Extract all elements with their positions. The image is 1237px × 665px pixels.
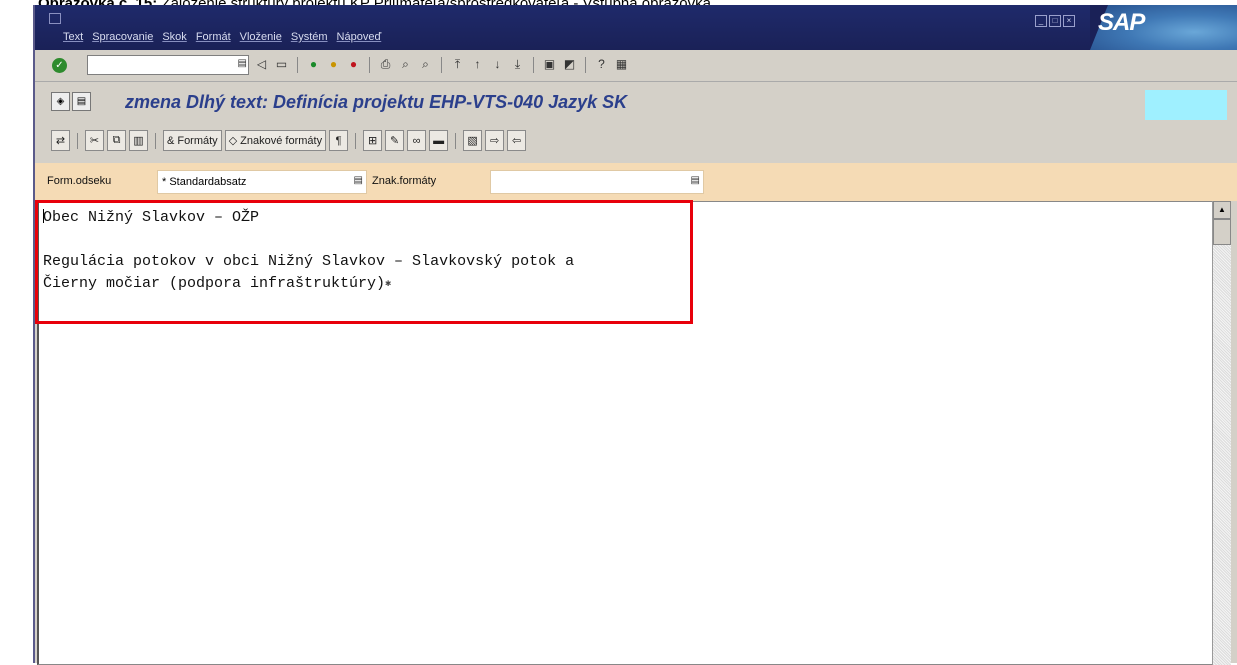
first-page-icon[interactable]: ⤒ [449,56,466,73]
menu-item-help[interactable]: Nápoveď [337,31,382,43]
paragraph-format-dropdown-icon[interactable]: ▤ [354,175,363,186]
application-buttons: ⇄ ✂ ⧉ ▥ & Formáty ◇ Znakové formáty ¶ ⊞ ✎ … [51,130,527,151]
paragraph-format-value: * Standardabsatz [162,176,247,188]
cut-icon[interactable]: ✂ [85,130,104,151]
title-bar: ◈ ▤ zmena Dlhý text: Definícia projektu … [35,82,1237,120]
scroll-up-icon[interactable]: ▲ [1213,201,1231,219]
command-field[interactable]: ▤ [87,55,249,75]
sap-logo: SAP [1090,5,1237,50]
character-formats-icon: ◇ [228,135,238,147]
window-controls: _ □ × [1035,15,1075,27]
paragraph-format-select[interactable]: * Standardabsatz ▤ [157,170,367,194]
status-area [1145,90,1227,120]
menu-item-goto[interactable]: Skok [162,31,186,43]
system-menu-icon[interactable] [49,13,61,24]
character-format-label: Znak.formáty [372,175,437,187]
vertical-scrollbar[interactable]: ▲ [1212,201,1231,665]
formats-button[interactable]: & Formáty [163,130,222,151]
cancel-icon[interactable]: ● [345,56,362,73]
highlight-frame [35,200,693,324]
save-local-icon[interactable]: ▬ [429,130,449,151]
new-session-icon[interactable]: ▣ [541,56,558,73]
formats-icon: & [167,134,175,147]
previous-page-icon[interactable]: ↑ [469,56,486,73]
formats-label: Formáty [177,134,218,147]
paragraph-mark-button[interactable]: ¶ [329,130,349,151]
close-icon[interactable]: × [1063,15,1075,27]
layout-menu-icon[interactable]: ▦ [613,56,630,73]
insert-icon[interactable]: ⊞ [363,130,383,151]
copy-icon[interactable]: ⧉ [107,130,126,151]
shortcut-icon[interactable]: ◩ [561,56,578,73]
menu-item-insert[interactable]: Vloženie [240,31,282,43]
menu-item-system[interactable]: Systém [291,31,328,43]
character-format-select[interactable]: ▤ [490,170,704,194]
back-icon[interactable]: ● [305,56,322,73]
display-change-icon[interactable]: ⇄ [51,130,70,151]
maximize-icon[interactable]: □ [1049,15,1061,27]
character-format-dropdown-icon[interactable]: ▤ [691,175,700,186]
exit-icon[interactable]: ● [325,56,342,73]
last-page-icon[interactable]: ⤓ [509,56,526,73]
standard-icons: ◁ ▭ ● ● ● ⎙ ⌕ ⌕ ⤒ ↑ ↓ ⤓ ▣ ◩ ? ▦ [253,56,630,73]
find-icon[interactable]: ⌕ [397,56,414,73]
menu-item-text[interactable]: Text [63,31,83,43]
menu-item-format[interactable]: Formát [196,31,231,43]
import-icon[interactable]: ⇦ [507,130,527,151]
menu-items: Text Spracovanie Skok Formát Vloženie Sy… [63,31,381,43]
help-icon[interactable]: ? [593,56,610,73]
sap-logo-text: SAP [1098,9,1145,36]
format-glasses-icon[interactable]: ∞ [407,130,427,151]
print-icon[interactable]: ⎙ [377,56,394,73]
page-title: zmena Dlhý text: Definícia projektu EHP-… [125,92,628,112]
save-icon[interactable]: ▭ [273,56,290,73]
menu-bar: Text Spracovanie Skok Formát Vloženie Sy… [35,5,1237,50]
scroll-thumb[interactable] [1213,219,1231,245]
character-formats-button[interactable]: ◇ Znakové formáty [224,130,327,151]
find-next-icon[interactable]: ⌕ [417,56,434,73]
edit-pencil-icon[interactable]: ✎ [385,130,405,151]
paragraph-format-label: Form.odseku [47,175,112,187]
command-input[interactable] [88,58,232,74]
application-toolbar: ⇄ ✂ ⧉ ▥ & Formáty ◇ Znakové formáty ¶ ⊞ ✎ … [35,123,1237,157]
upload-icon[interactable]: ▧ [463,130,483,151]
menu-item-processing[interactable]: Spracovanie [92,31,153,43]
title-icons: ◈ ▤ [51,92,91,111]
export-icon[interactable]: ⇨ [485,130,505,151]
format-row: Form.odseku * Standardabsatz ▤ Znak.form… [35,163,1237,201]
command-history-icon[interactable]: ▤ [238,58,247,69]
enter-check-icon[interactable]: ✓ [52,58,67,73]
list-icon[interactable]: ▤ [72,92,91,111]
transaction-icon[interactable]: ◈ [51,92,70,111]
standard-toolbar: ✓ ▤ ◁ ▭ ● ● ● ⎙ ⌕ ⌕ ⤒ ↑ ↓ ⤓ ▣ ◩ ? ▦ [35,50,1237,82]
minimize-icon[interactable]: _ [1035,15,1047,27]
character-formats-label: Znakové formáty [240,134,323,147]
next-page-icon[interactable]: ↓ [489,56,506,73]
sap-window: Text Spracovanie Skok Formát Vloženie Sy… [33,5,1237,665]
collapse-icon[interactable]: ◁ [253,56,270,73]
paste-icon[interactable]: ▥ [129,130,148,151]
